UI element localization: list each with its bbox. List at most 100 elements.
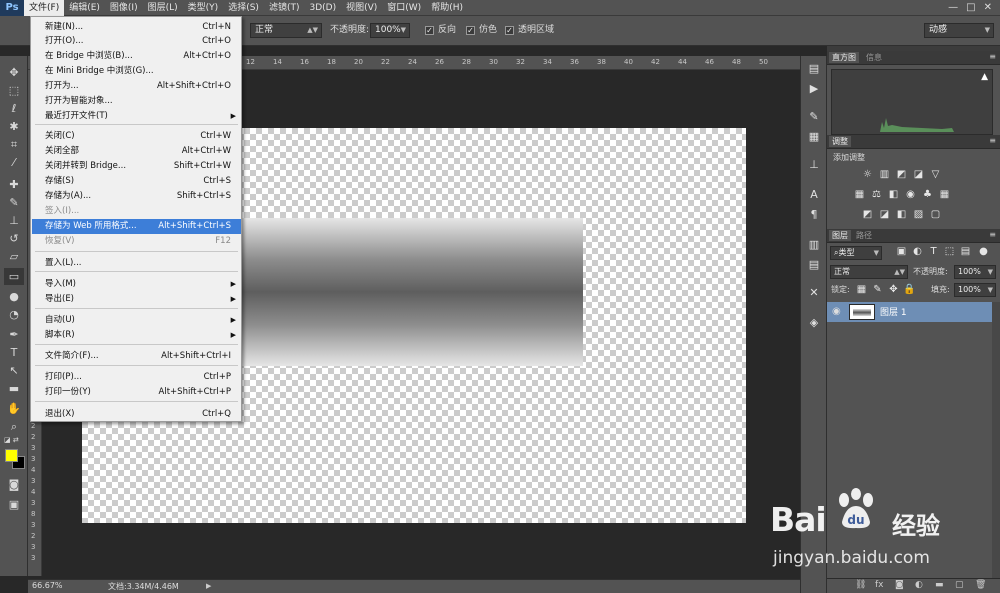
lock-transparent-icon[interactable]: ▦ <box>855 284 868 296</box>
eyedropper-tool-icon[interactable]: ⁄ <box>4 154 24 171</box>
file-menu-item[interactable]: 新建(N)... Ctrl+N <box>32 20 241 35</box>
layer-comps-icon[interactable]: ▥ <box>805 236 823 254</box>
file-menu-item[interactable]: 打开(O)... Ctrl+O <box>32 34 241 49</box>
file-menu-item[interactable]: 自动(U) ▶ <box>32 313 241 328</box>
file-menu-item[interactable]: 打印(P)... Ctrl+P <box>32 370 241 385</box>
brush-tool-icon[interactable]: ✎ <box>4 194 24 211</box>
file-menu-item[interactable]: 存储(S) Ctrl+S <box>32 174 241 189</box>
menu-filter[interactable]: 滤镜(T) <box>264 0 305 16</box>
warning-icon[interactable]: ▲ <box>981 72 988 82</box>
menu-file[interactable]: 文件(F) <box>24 0 65 16</box>
panel-menu-icon[interactable]: ≡ <box>989 230 996 239</box>
filter-type-icon[interactable]: T <box>927 246 940 258</box>
invert-icon[interactable]: ◩ <box>861 209 874 221</box>
filter-pixel-icon[interactable]: ▣ <box>895 246 908 258</box>
tab-adjustments[interactable]: 调整 <box>829 136 851 147</box>
rectangle-tool-icon[interactable]: ▬ <box>4 380 24 397</box>
posterize-icon[interactable]: ◪ <box>878 209 891 221</box>
magic-wand-tool-icon[interactable]: ✱ <box>4 118 24 135</box>
file-menu-item[interactable]: 存储为(A)... Shift+Ctrl+S <box>32 189 241 204</box>
move-tool-icon[interactable]: ✥ <box>4 64 24 81</box>
channel-mixer-icon[interactable]: ♣ <box>921 189 934 201</box>
close-button[interactable]: ✕ <box>984 2 992 13</box>
file-menu-item[interactable]: 关闭并转到 Bridge... Shift+Ctrl+W <box>32 159 241 174</box>
menu-type[interactable]: 类型(Y) <box>183 0 224 16</box>
threshold-icon[interactable]: ◧ <box>895 209 908 221</box>
file-menu-item[interactable]: 关闭全部 Alt+Ctrl+W <box>32 144 241 159</box>
file-menu-item[interactable]: 打印一份(Y) Alt+Shift+Ctrl+P <box>32 385 241 400</box>
filter-smart-icon[interactable]: ▤ <box>959 246 972 258</box>
file-menu-item[interactable]: 签入(I)... <box>32 204 241 219</box>
layers-scrollbar[interactable] <box>992 302 1000 578</box>
paragraph-panel-icon[interactable]: ¶ <box>805 206 823 224</box>
file-menu-item[interactable]: 在 Mini Bridge 中浏览(G)... <box>32 64 241 79</box>
file-menu-item[interactable]: 导入(M) ▶ <box>32 277 241 292</box>
fill-field[interactable]: 100% ▼ <box>954 283 996 297</box>
history-panel-icon[interactable]: ▤ <box>805 60 823 78</box>
3d-panel-icon[interactable]: ◈ <box>805 314 823 332</box>
character-panel-icon[interactable]: A <box>805 186 823 204</box>
type-tool-icon[interactable]: T <box>4 344 24 361</box>
tab-paths[interactable]: 路径 <box>853 230 875 241</box>
actions-panel-icon[interactable]: ▶ <box>805 80 823 98</box>
panel-menu-icon[interactable]: ≡ <box>989 52 996 61</box>
brush-presets-icon[interactable]: ▦ <box>805 128 823 146</box>
tab-info[interactable]: 信息 <box>863 52 885 63</box>
file-menu-item[interactable]: 打开为智能对象... <box>32 94 241 109</box>
layer-opacity-field[interactable]: 100% ▼ <box>954 265 996 279</box>
opacity-field[interactable]: 100% ▼ <box>370 23 410 38</box>
file-menu-item[interactable]: 打开为... Alt+Shift+Ctrl+O <box>32 79 241 94</box>
swap-colors-icon[interactable]: ◪ ⇄ <box>4 436 24 444</box>
menu-edit[interactable]: 编辑(E) <box>64 0 105 16</box>
gradient-tool-icon[interactable]: ▭ <box>4 268 24 285</box>
zoom-tool-icon[interactable]: ⌕ <box>4 418 24 435</box>
dodge-tool-icon[interactable]: ◔ <box>4 306 24 323</box>
menu-help[interactable]: 帮助(H) <box>426 0 468 16</box>
visibility-eye-icon[interactable]: ◉ <box>832 306 841 317</box>
transparency-checkbox[interactable]: ✓ <box>505 26 514 35</box>
layer-kind-filter[interactable]: ⌕类型 ▼ <box>830 246 882 260</box>
screen-mode-icon[interactable]: ▣ <box>4 496 24 513</box>
pen-tool-icon[interactable]: ✒ <box>4 326 24 343</box>
panel-menu-icon[interactable]: ≡ <box>989 136 996 145</box>
menu-view[interactable]: 视图(V) <box>341 0 382 16</box>
menu-select[interactable]: 选择(S) <box>223 0 264 16</box>
history-brush-tool-icon[interactable]: ↺ <box>4 230 24 247</box>
dither-checkbox[interactable]: ✓ <box>466 26 475 35</box>
file-menu-item[interactable]: 关闭(C) Ctrl+W <box>32 129 241 144</box>
blur-tool-icon[interactable]: ● <box>4 288 24 305</box>
menu-layer[interactable]: 图层(L) <box>143 0 183 16</box>
color-lookup-icon[interactable]: ▦ <box>938 189 951 201</box>
hand-tool-icon[interactable]: ✋ <box>4 400 24 417</box>
lock-pixels-icon[interactable]: ✎ <box>871 284 884 296</box>
brightness-icon[interactable]: ☼ <box>861 169 874 181</box>
file-menu-item[interactable]: 置入(L)... <box>32 256 241 271</box>
clone-source-icon[interactable]: ⊥ <box>805 156 823 174</box>
color-balance-icon[interactable]: ⚖ <box>870 189 883 201</box>
file-menu-item[interactable]: 恢复(V) F12 <box>32 234 241 249</box>
curves-icon[interactable]: ◩ <box>895 169 908 181</box>
tab-histogram[interactable]: 直方图 <box>829 52 859 63</box>
menu-image[interactable]: 图像(I) <box>105 0 143 16</box>
file-menu-item[interactable]: 导出(E) ▶ <box>32 292 241 307</box>
lock-all-icon[interactable]: 🔒 <box>903 284 916 296</box>
file-menu-item[interactable]: 存储为 Web 所用格式... Alt+Shift+Ctrl+S <box>32 219 241 234</box>
maximize-button[interactable]: □ <box>966 2 975 13</box>
crop-tool-icon[interactable]: ⌗ <box>4 136 24 153</box>
lasso-tool-icon[interactable]: ℓ <box>4 100 24 117</box>
clone-stamp-tool-icon[interactable]: ⊥ <box>4 212 24 229</box>
healing-brush-tool-icon[interactable]: ✚ <box>4 176 24 193</box>
vibrance-icon[interactable]: ▽ <box>929 169 942 181</box>
tool-presets-icon[interactable]: ✕ <box>805 284 823 302</box>
filter-adjustment-icon[interactable]: ◐ <box>911 246 924 258</box>
marquee-tool-icon[interactable]: ⬚ <box>4 82 24 99</box>
foreground-color-swatch[interactable] <box>5 449 18 462</box>
selective-color-icon[interactable]: ▢ <box>929 209 942 221</box>
menu-3d[interactable]: 3D(D) <box>304 0 341 16</box>
tab-layers[interactable]: 图层 <box>829 230 851 241</box>
reverse-checkbox[interactable]: ✓ <box>425 26 434 35</box>
blend-mode-select[interactable]: 正常 ▲▼ <box>830 265 908 279</box>
layer-row[interactable]: ◉ 图层 1 <box>827 302 992 322</box>
quick-mask-icon[interactable]: ◙ <box>4 476 24 493</box>
photo-filter-icon[interactable]: ◉ <box>904 189 917 201</box>
